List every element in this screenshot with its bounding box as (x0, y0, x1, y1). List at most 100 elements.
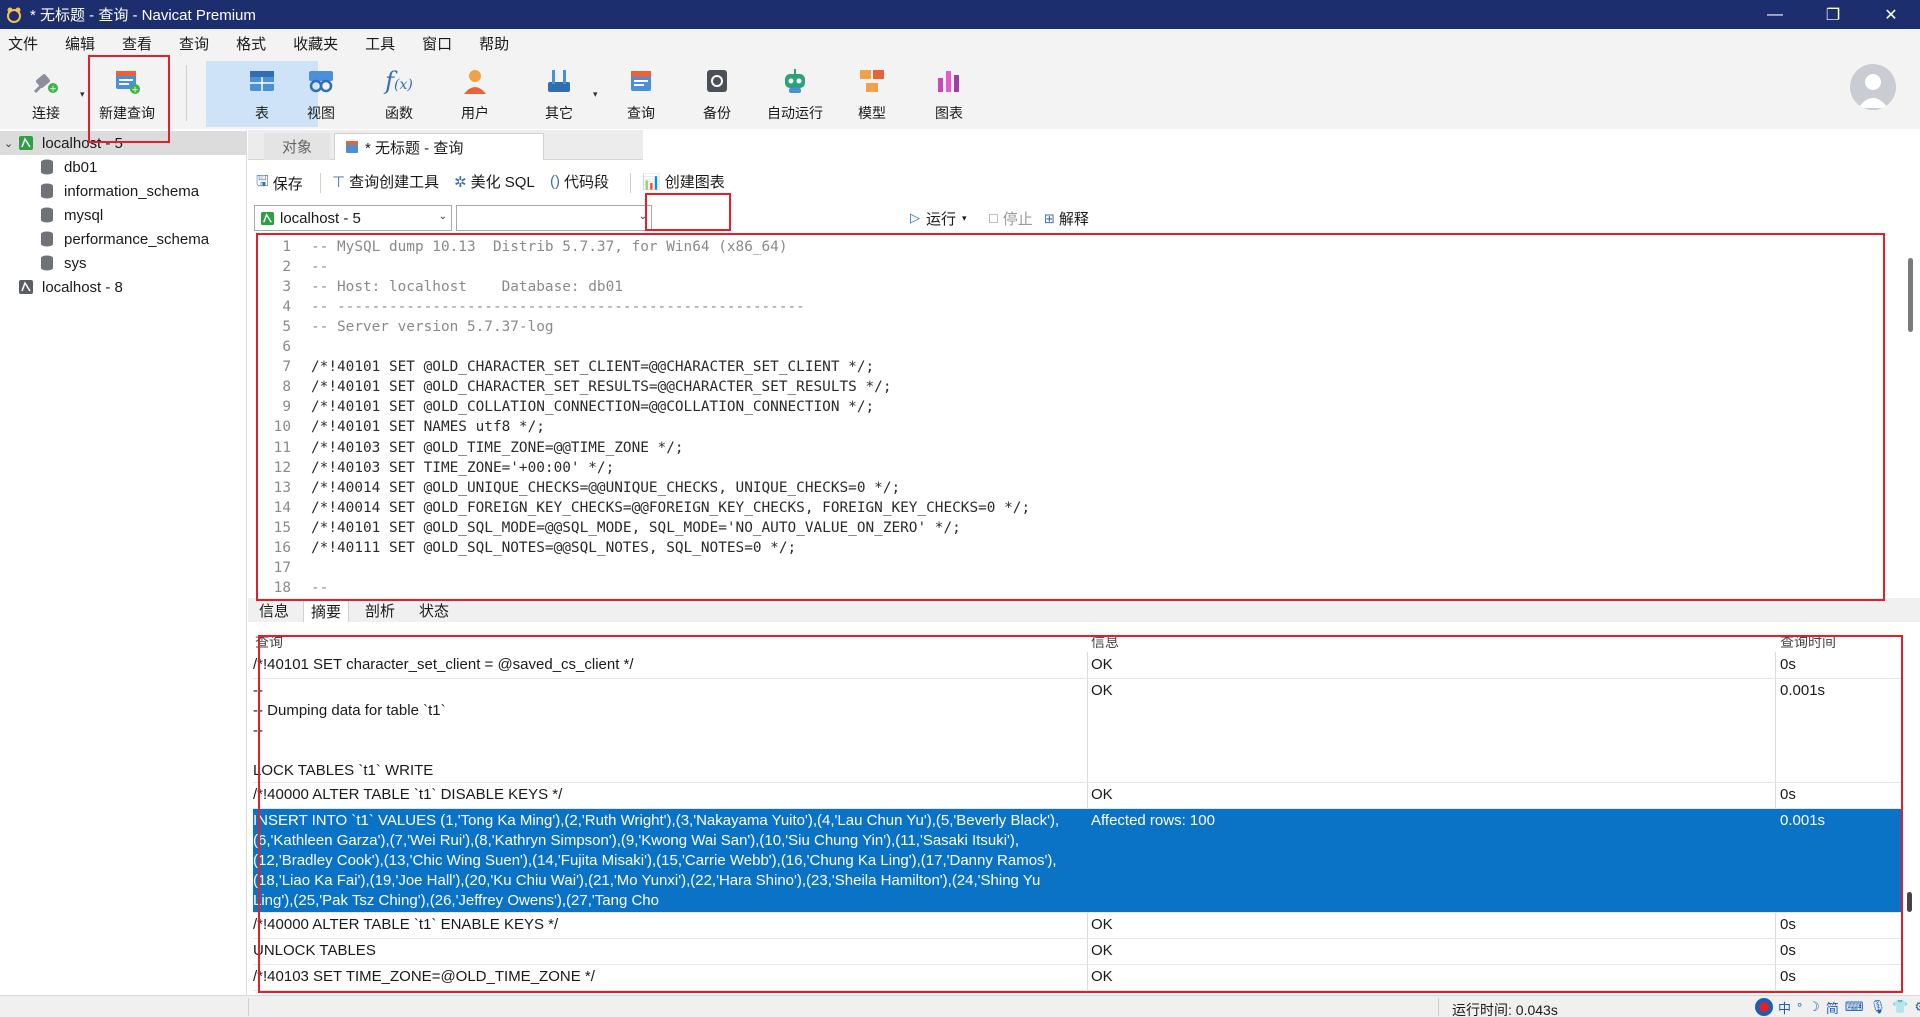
menu-favorites[interactable]: 收藏夹 (285, 33, 353, 54)
table-row[interactable]: /*!40103 SET TIME_ZONE=@OLD_TIME_ZONE */… (253, 965, 1901, 991)
other-dropdown-icon[interactable]: ▾ (593, 89, 598, 100)
view-button[interactable]: 视图 (296, 61, 346, 127)
menu-window[interactable]: 窗口 (414, 33, 467, 54)
table-row[interactable]: /*!40101 SET character_set_client = @sav… (253, 653, 1901, 679)
code-snippet-button[interactable]: () 代码段 (550, 171, 609, 192)
tree-connection-localhost-5[interactable]: ⌄ localhost - 5 (0, 131, 246, 155)
connection-select[interactable]: localhost - 5 ⌄ (254, 205, 452, 231)
code-line[interactable]: 17 (258, 558, 1904, 578)
menu-query[interactable]: 查询 (171, 33, 224, 54)
code-line[interactable]: 11 /*!40103 SET @OLD_TIME_ZONE=@@TIME_ZON… (258, 438, 1904, 458)
code-line[interactable]: 16 /*!40111 SET @OLD_SQL_NOTES=@@SQL_NOTE… (258, 538, 1904, 558)
line-number: 7 (282, 359, 291, 376)
automation-button[interactable]: 自动运行 (758, 61, 832, 127)
code-line[interactable]: 15 /*!40101 SET @OLD_SQL_MODE=@@SQL_MODE,… (258, 518, 1904, 538)
tab-summary[interactable]: 摘要 (303, 599, 350, 622)
code-line[interactable]: 2 -- (258, 257, 1904, 277)
code-line[interactable]: 13 /*!40014 SET @OLD_UNIQUE_CHECKS=@@UNIQ… (258, 478, 1904, 498)
skin-icon[interactable]: 👕 (1892, 999, 1908, 1015)
code-line[interactable]: 9 /*!40101 SET @OLD_COLLATION_CONNECTION=… (258, 397, 1904, 417)
ime-simplified-icon[interactable]: 简 (1826, 998, 1839, 1017)
tree-db-db01[interactable]: db01 (0, 155, 246, 179)
code-text: -- (311, 259, 329, 276)
header-time[interactable]: 查询时间 (1780, 634, 1836, 652)
moon-icon[interactable]: ☽ (1808, 999, 1820, 1015)
code-line[interactable]: 1 -- MySQL dump 10.13 Distrib 5.7.37, for… (258, 237, 1904, 257)
microphone-icon[interactable]: 🎙 (1870, 999, 1887, 1015)
code-line[interactable]: 8 /*!40101 SET @OLD_CHARACTER_SET_RESULTS… (258, 377, 1904, 397)
scrollbar-thumb[interactable] (1907, 892, 1912, 912)
code-line[interactable]: 12 /*!40103 SET TIME_ZONE='+00:00' */; (258, 458, 1904, 478)
table-row[interactable]: /*!40000 ALTER TABLE `t1` ENABLE KEYS */… (253, 913, 1901, 939)
braces-icon: () (550, 173, 560, 190)
save-button[interactable]: 🖫 保存 (256, 171, 303, 196)
menu-file[interactable]: 文件 (0, 33, 53, 54)
run-dropdown-icon[interactable]: ▾ (962, 213, 967, 224)
chevron-down-icon[interactable]: ⌄ (4, 137, 18, 150)
ime-logo-icon[interactable] (1754, 997, 1774, 1017)
table-row[interactable]: /*!40000 ALTER TABLE `t1` DISABLE KEYS *… (253, 783, 1901, 809)
model-button[interactable]: 模型 (847, 61, 897, 127)
close-button[interactable]: ✕ (1862, 0, 1920, 29)
code-line[interactable]: 18 -- (258, 578, 1904, 592)
menu-edit[interactable]: 编辑 (57, 33, 110, 54)
menu-help[interactable]: 帮助 (471, 33, 524, 54)
code-line[interactable]: 3 -- Host: localhost Database: db01 (258, 277, 1904, 297)
minimize-button[interactable]: — (1746, 0, 1804, 29)
code-line[interactable]: 6 (258, 337, 1904, 357)
tree-db-performance-schema[interactable]: performance_schema (0, 227, 246, 251)
table-row[interactable]: INSERT INTO `t1` VALUES (1,'Tong Ka Ming… (253, 809, 1901, 913)
editor-scrollbar[interactable] (1906, 236, 1914, 592)
sql-editor[interactable]: 1 -- MySQL dump 10.13 Distrib 5.7.37, for… (258, 236, 1904, 592)
tree-connection-localhost-8[interactable]: localhost - 8 (0, 275, 246, 299)
explain-button[interactable]: ⊞ 解释 (1044, 208, 1089, 229)
cell-query: INSERT INTO `t1` VALUES (1,'Tong Ka Ming… (253, 812, 1060, 909)
query-button[interactable]: 查询 (616, 61, 666, 127)
connect-button[interactable]: + 连接 (18, 61, 74, 127)
tab-query[interactable]: * 无标题 - 查询 (334, 133, 544, 160)
create-chart-button[interactable]: 📊 创建图表 (642, 171, 725, 192)
tree-db-information-schema[interactable]: information_schema (0, 179, 246, 203)
header-query[interactable]: 查询 (255, 634, 283, 652)
avatar[interactable] (1850, 64, 1896, 110)
bar-chart-icon: 📊 (642, 173, 661, 191)
backup-button[interactable]: 备份 (692, 61, 742, 127)
results-scrollbar[interactable] (1904, 634, 1914, 992)
database-select[interactable]: ⌄ (456, 205, 652, 231)
code-line[interactable]: 5 -- Server version 5.7.37-log (258, 317, 1904, 337)
chart-button[interactable]: 图表 (924, 61, 974, 127)
code-line[interactable]: 10 /*!40101 SET NAMES utf8 */; (258, 417, 1904, 437)
query-builder-button[interactable]: ⊤ 查询创建工具 (332, 171, 439, 192)
stop-button[interactable]: ☐ 停止 (988, 208, 1033, 229)
beautify-sql-button[interactable]: ✲ 美化 SQL (454, 171, 535, 192)
code-line[interactable]: 4 -- ------------------------------------… (258, 297, 1904, 317)
line-number: 2 (282, 259, 291, 276)
tree-db-sys[interactable]: sys (0, 251, 246, 275)
code-line[interactable]: 14 /*!40014 SET @OLD_FOREIGN_KEY_CHECKS=@… (258, 498, 1904, 518)
function-button[interactable]: f(x) 函数 (374, 61, 424, 127)
tab-profile[interactable]: 剖析 (358, 599, 402, 622)
tree-db-mysql[interactable]: mysql (0, 203, 246, 227)
ime-punct-icon[interactable]: ° (1797, 1000, 1802, 1015)
tab-objects[interactable]: 对象 (264, 133, 330, 160)
user-button[interactable]: 用户 (450, 61, 500, 127)
new-query-button[interactable]: + 新建查询 (92, 61, 162, 127)
connect-dropdown-icon[interactable]: ▾ (80, 89, 85, 100)
table-header: 查询 信息 查询时间 (253, 634, 1901, 652)
tab-info[interactable]: 信息 (252, 599, 296, 622)
other-button[interactable]: 其它 (534, 61, 584, 127)
table-row[interactable]: UNLOCK TABLES OK 0s (253, 939, 1901, 965)
menu-view[interactable]: 查看 (114, 33, 167, 54)
settings-gear-icon[interactable]: ⚙ (1914, 999, 1920, 1015)
header-info[interactable]: 信息 (1091, 634, 1119, 652)
table-row[interactable]: -- -- Dumping data for table `t1` -- LOC… (253, 679, 1901, 783)
restore-button[interactable]: ❐ (1804, 0, 1862, 29)
scrollbar-thumb[interactable] (1908, 258, 1913, 332)
menu-tools[interactable]: 工具 (357, 33, 410, 54)
run-button[interactable]: ▷ 运行 ▾ (910, 206, 967, 230)
menu-format[interactable]: 格式 (228, 33, 281, 54)
ime-chinese-icon[interactable]: 中 (1778, 998, 1791, 1017)
code-line[interactable]: 7 /*!40101 SET @OLD_CHARACTER_SET_CLIENT=… (258, 357, 1904, 377)
keyboard-icon[interactable]: ⌨ (1845, 999, 1864, 1015)
tab-status[interactable]: 状态 (412, 599, 456, 622)
